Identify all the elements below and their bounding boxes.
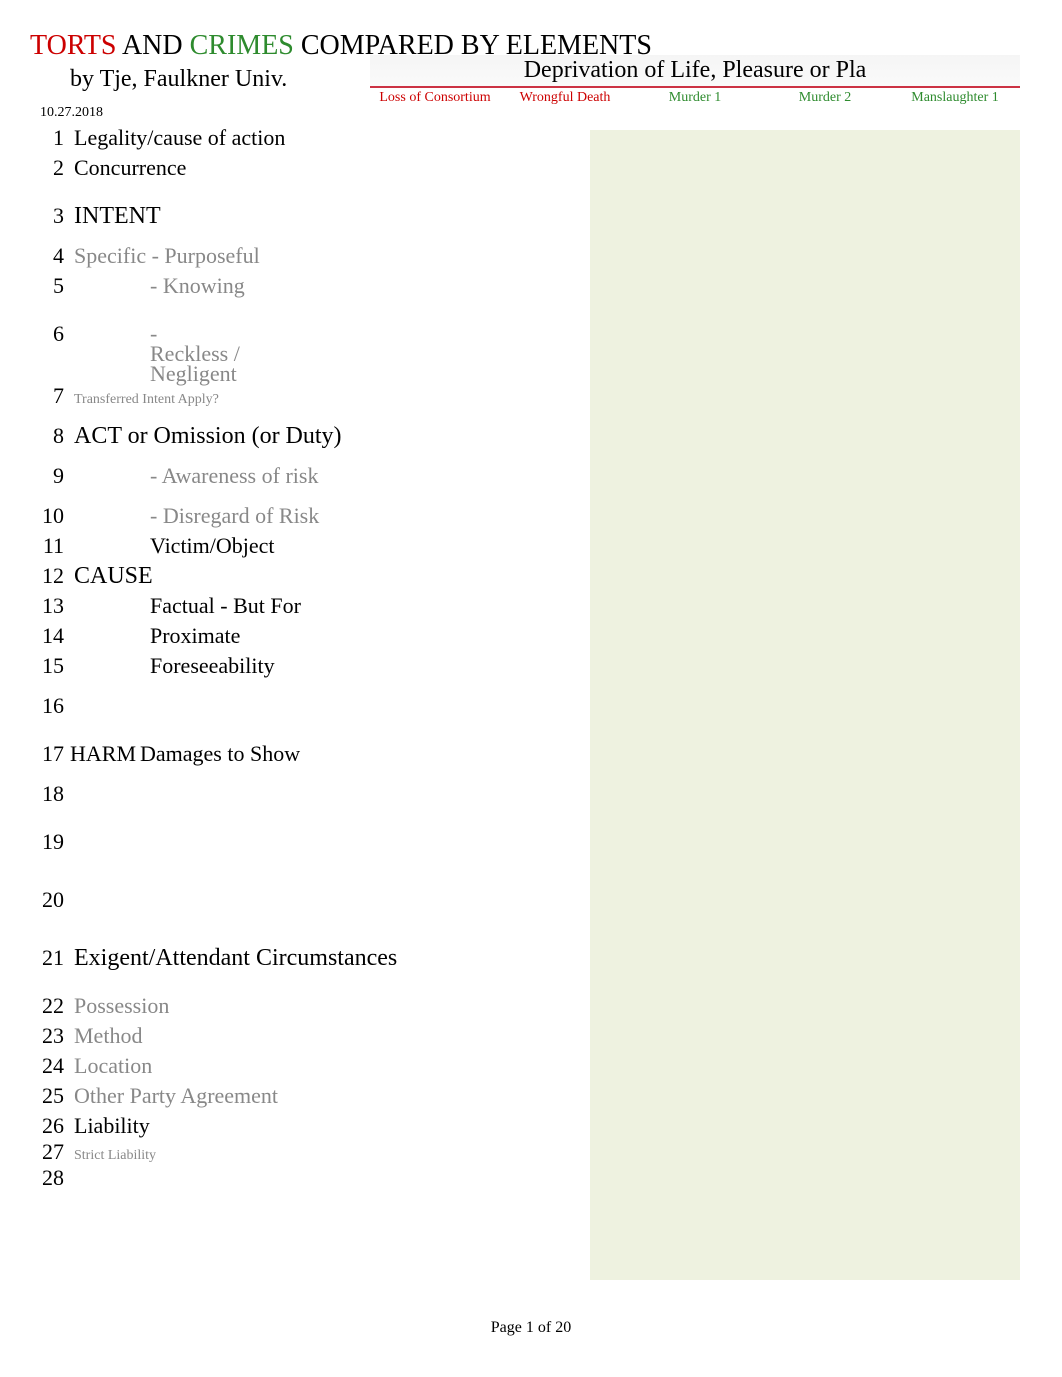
row-number: 21 — [30, 945, 70, 971]
harm-label: HARM — [70, 741, 136, 766]
row-number: 7 — [30, 383, 70, 409]
table-row: 2Concurrence — [30, 155, 1032, 203]
row-label: - Disregard of Risk — [70, 503, 319, 529]
row-number: 8 — [30, 423, 70, 449]
table-row: 15Foreseeability — [30, 653, 1032, 693]
row-number: 17 — [30, 741, 70, 767]
row-number: 12 — [30, 563, 70, 589]
row-number: 10 — [30, 503, 70, 529]
title-torts: TORTS — [30, 30, 117, 61]
row-number: 2 — [30, 155, 70, 181]
table-row: 24Location — [30, 1053, 1032, 1083]
row-number: 6 — [30, 321, 70, 347]
row-number: 1 — [30, 125, 70, 151]
row-number: 19 — [30, 829, 70, 855]
table-row: 26Liability — [30, 1113, 1032, 1139]
row-label: Victim/Object — [70, 533, 275, 559]
column-header: Manslaughter 1 — [890, 90, 1020, 105]
column-headers: Loss of ConsortiumWrongful DeathMurder 1… — [370, 90, 1020, 105]
row-label: - Knowing — [70, 273, 245, 299]
row-number: 23 — [30, 1023, 70, 1049]
column-header: Wrongful Death — [500, 90, 630, 105]
table-row: 13Factual - But For — [30, 593, 1032, 623]
row-number: 22 — [30, 993, 70, 1019]
table-row: 16 — [30, 693, 1032, 741]
row-label: Legality/cause of action — [70, 125, 285, 151]
title-and: AND — [117, 30, 190, 61]
table-row: 28 — [30, 1165, 1032, 1195]
row-label: Strict Liability — [70, 1148, 156, 1164]
date: 10.27.2018 — [40, 105, 1032, 121]
category-title: Deprivation of Life, Pleasure or Pla — [370, 55, 1020, 88]
table-row: 11Victim/Object — [30, 533, 1032, 563]
table-row: 1Legality/cause of action — [30, 125, 1032, 155]
row-text: -Reckless /Negligent — [70, 324, 240, 383]
row-number: 3 — [30, 203, 70, 229]
row-label: Proximate — [70, 623, 240, 649]
table-row: 10- Disregard of Risk — [30, 503, 1032, 533]
table-row: 21Exigent/Attendant Circumstances — [30, 945, 1032, 993]
row-number: 11 — [30, 533, 70, 559]
row-label: Location — [70, 1053, 152, 1079]
table-row: 22Possession — [30, 993, 1032, 1023]
table-row: 4Specific - Purposeful — [30, 243, 1032, 273]
row-label: ACT or Omission (or Duty) — [70, 423, 342, 450]
row-label: Liability — [70, 1113, 150, 1139]
column-header: Loss of Consortium — [370, 90, 500, 105]
table-row: 25Other Party Agreement — [30, 1083, 1032, 1113]
row-label: INTENT — [70, 203, 161, 230]
row-number: 15 — [30, 653, 70, 679]
row-number: 28 — [30, 1165, 70, 1191]
damages-label: Damages to Show — [136, 741, 300, 766]
row-number: 4 — [30, 243, 70, 269]
row-label: - Awareness of risk — [70, 463, 318, 489]
element-rows: 1Legality/cause of action2Concurrence3IN… — [30, 125, 1032, 1195]
row-label: Specific - Purposeful — [70, 243, 260, 269]
row-number: 26 — [30, 1113, 70, 1139]
row-number: 18 — [30, 781, 70, 807]
table-row: 18 — [30, 781, 1032, 829]
table-row: 17HARMDamages to Show — [30, 741, 1032, 781]
row-label: Transferred Intent Apply? — [70, 392, 219, 408]
page-footer: Page 1 of 20 — [0, 1319, 1062, 1337]
row-number: 16 — [30, 693, 70, 719]
row-number: 13 — [30, 593, 70, 619]
table-row: 23Method — [30, 1023, 1032, 1053]
column-header: Murder 2 — [760, 90, 890, 105]
row-label: Factual - But For — [70, 593, 301, 619]
row-number: 27 — [30, 1139, 70, 1165]
table-row: 7Transferred Intent Apply? — [30, 383, 1032, 423]
table-row: 27Strict Liability — [30, 1139, 1032, 1165]
row-number: 14 — [30, 623, 70, 649]
table-row: 9- Awareness of risk — [30, 463, 1032, 503]
row-number: 24 — [30, 1053, 70, 1079]
table-row: 12CAUSE — [30, 563, 1032, 593]
row-label: HARMDamages to Show — [70, 741, 300, 767]
table-row: 3INTENT — [30, 203, 1032, 243]
row-label: CAUSE — [70, 563, 153, 590]
table-row: 8ACT or Omission (or Duty) — [30, 423, 1032, 463]
column-header: Murder 1 — [630, 90, 760, 105]
table-row: 6-Reckless /Negligent — [30, 321, 1032, 383]
table-row: 14Proximate — [30, 623, 1032, 653]
row-label: Other Party Agreement — [70, 1083, 278, 1109]
table-row: 5- Knowing — [30, 273, 1032, 321]
row-number: 25 — [30, 1083, 70, 1109]
table-row: 19 — [30, 829, 1032, 887]
title-crimes: CRIMES — [190, 30, 294, 61]
row-number: 5 — [30, 273, 70, 299]
row-label: Exigent/Attendant Circumstances — [70, 945, 397, 972]
row-number: 20 — [30, 887, 70, 913]
category-header: Deprivation of Life, Pleasure or Pla Los… — [370, 55, 1020, 105]
row-label: Method — [70, 1023, 142, 1049]
row-label: -Reckless /Negligent — [70, 334, 240, 383]
row-label: Foreseeability — [70, 653, 275, 679]
row-label: Possession — [70, 993, 169, 1019]
table-row: 20 — [30, 887, 1032, 945]
row-number: 9 — [30, 463, 70, 489]
row-label: Concurrence — [70, 155, 186, 181]
